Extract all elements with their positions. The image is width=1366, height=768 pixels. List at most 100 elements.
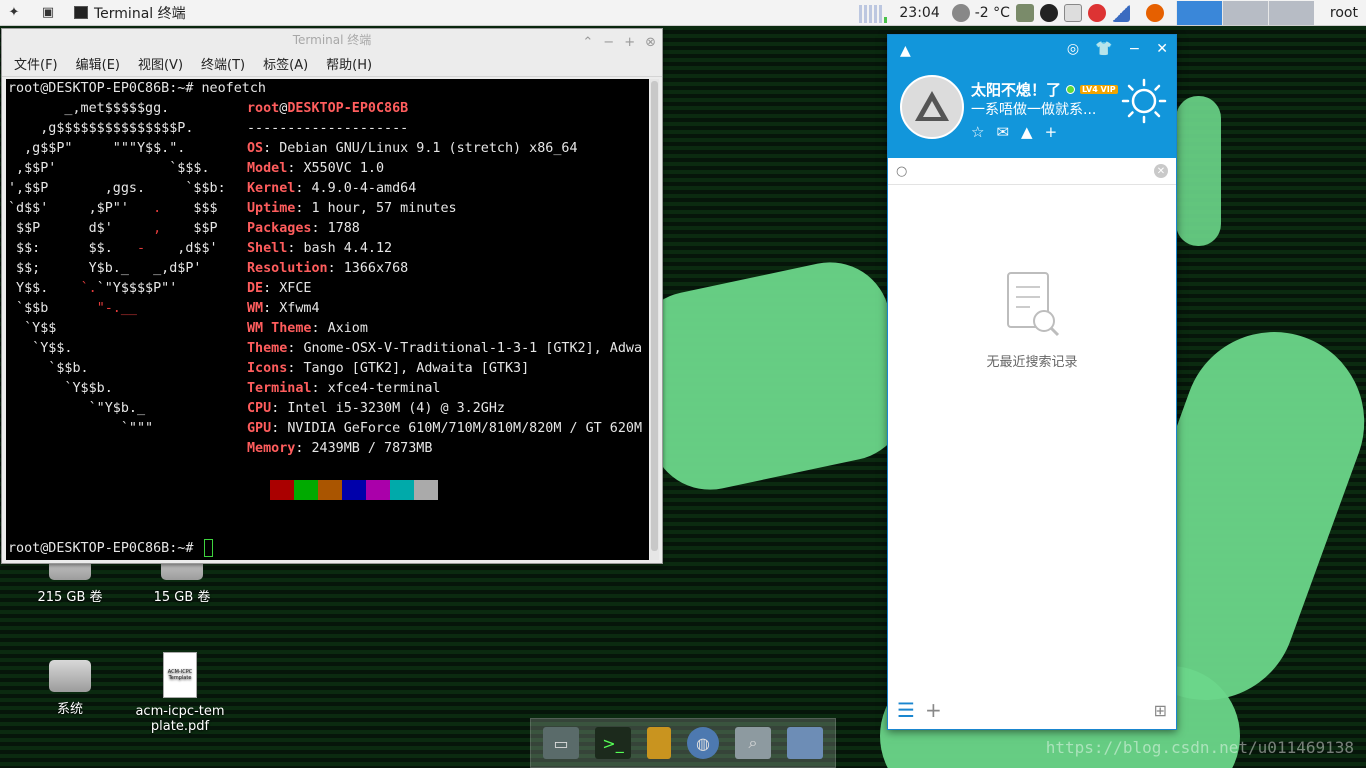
color-swatch — [414, 480, 438, 500]
taskbar-button-label: Terminal 终端 — [94, 5, 186, 22]
netease-music-icon[interactable] — [1087, 4, 1106, 22]
empty-state: 无最近搜索记录 — [888, 271, 1176, 370]
info-value: NVIDIA GeForce 610M/710M/810M/820M / GT … — [287, 421, 643, 436]
info-separator: -------------------- — [247, 121, 409, 136]
mail-icon[interactable]: ✉ — [996, 123, 1009, 141]
signature[interactable]: 一系唔做一做就系... — [971, 99, 1096, 119]
terminal-output[interactable]: root@DESKTOP-EP0C86B:~# neofetch _,met$$… — [6, 79, 649, 560]
color-swatch — [366, 480, 390, 500]
qq-header: ▲ ◎ 👕 − ✕ 太阳不熄！了 LV4 VIP 一系唔做一做就系... ☆ ✉ … — [888, 35, 1176, 158]
skin-shirt-icon[interactable]: 👕 — [1095, 41, 1112, 57]
mail-notify-icon[interactable]: ◎ — [1067, 41, 1079, 57]
web-browser-dock-icon[interactable]: ◍ — [687, 727, 719, 759]
color-swatch — [318, 480, 342, 500]
desktop-icon-label: 15 GB 卷 — [153, 590, 211, 605]
info-key: DE — [247, 281, 264, 296]
wallpaper-shape — [1176, 96, 1221, 246]
add-contact-icon[interactable]: + — [925, 698, 942, 722]
main-menu-icon[interactable]: ☰ — [897, 698, 915, 722]
network-manager-icon[interactable] — [1015, 4, 1034, 22]
menu-edit[interactable]: 编辑(E) — [76, 54, 120, 73]
signal-strength-icon[interactable] — [1111, 4, 1130, 22]
user-menu[interactable]: root — [1330, 5, 1358, 21]
debian-ascii-logo: _,met$$$$$gg. ,g$$$$$$$$$$$$$$$P. ,g$$P"… — [8, 101, 226, 436]
qzone-icon[interactable]: ▲ — [1021, 123, 1033, 141]
watermark: https://blog.csdn.net/u011469138 — [1045, 738, 1354, 757]
text-cursor — [203, 539, 213, 557]
window-title: Terminal 终端 ⌃ − + ⊗ — [2, 29, 662, 51]
pdf-thumb-text: ACM-ICPC Template — [167, 669, 193, 681]
window-controls: ⌃ − + ⊗ — [582, 32, 656, 54]
menu-tabs[interactable]: 标签(A) — [263, 54, 308, 73]
desktop-icon-label: 215 GB 卷 — [37, 590, 103, 605]
workspace-2[interactable] — [1221, 1, 1268, 25]
info-key: Model — [247, 161, 288, 176]
file-manager-dock-icon[interactable] — [647, 727, 671, 759]
info-key: Icons — [247, 361, 288, 376]
desktop-icon-pdf[interactable]: ACM-ICPC Template acm-icpc-template.pdf — [130, 652, 230, 734]
nickname[interactable]: 太阳不熄！了 LV4 VIP — [971, 79, 1118, 100]
qq-toolbar: ☆ ✉ ▲ + — [971, 123, 1057, 141]
avatar[interactable] — [900, 75, 964, 139]
color-swatch — [294, 480, 318, 500]
info-key: Resolution — [247, 261, 328, 276]
info-value: Debian GNU/Linux 9.1 (stretch) x86_64 — [279, 141, 578, 156]
maximize-icon[interactable]: + — [624, 32, 635, 54]
close-icon[interactable]: ✕ — [1156, 41, 1168, 57]
info-key: Terminal — [247, 381, 312, 396]
terminal-dock-icon[interactable]: >_ — [595, 727, 631, 759]
app-finder-dock-icon[interactable]: ⌕ — [735, 727, 771, 759]
scrollbar-thumb[interactable] — [651, 81, 658, 551]
info-key: WM Theme — [247, 321, 312, 336]
qq-window-controls: ◎ 👕 − ✕ — [1067, 41, 1168, 57]
xfce-mouse-icon[interactable]: ✦ — [4, 3, 24, 23]
scrollbar[interactable] — [650, 79, 659, 560]
menu-file[interactable]: 文件(F) — [14, 54, 58, 73]
shade-icon[interactable]: ⌃ — [582, 32, 593, 54]
menu-view[interactable]: 视图(V) — [138, 54, 183, 73]
info-value: bash 4.4.12 — [303, 241, 393, 256]
workspace-1[interactable] — [1175, 1, 1222, 25]
search-bar: ○ ✕ — [888, 158, 1176, 185]
wallpaper-shape — [622, 251, 918, 501]
info-value: 1366x768 — [343, 261, 409, 276]
workspace-3[interactable] — [1267, 1, 1314, 25]
window-title-text: Terminal 终端 — [292, 33, 372, 47]
star-icon[interactable]: ☆ — [971, 123, 984, 141]
vip-badge[interactable]: LV4 VIP — [1080, 85, 1118, 94]
weather-sun-icon[interactable] — [1120, 77, 1168, 125]
empty-state-text: 无最近搜索记录 — [986, 355, 1078, 370]
search-icon: ○ — [896, 163, 908, 179]
firefox-icon[interactable] — [1145, 4, 1164, 22]
info-key: CPU — [247, 401, 272, 416]
pdf-file-icon: ACM-ICPC Template — [163, 652, 197, 698]
show-desktop-dock-icon[interactable]: ▭ — [543, 727, 579, 759]
add-icon[interactable]: + — [1045, 123, 1058, 141]
taskbar-button-terminal[interactable]: Terminal 终端 — [68, 2, 192, 24]
info-value: Axiom — [327, 321, 368, 336]
minimize-icon[interactable]: − — [1129, 41, 1141, 57]
workspace-switcher — [1175, 1, 1314, 25]
clock[interactable]: 23:04 — [899, 5, 939, 21]
qq-tray-icon[interactable] — [1039, 4, 1058, 22]
menu-terminal[interactable]: 终端(T) — [201, 54, 245, 73]
online-status-icon[interactable] — [1066, 85, 1076, 94]
weather[interactable]: -2 °C — [951, 4, 1010, 22]
menu-help[interactable]: 帮助(H) — [326, 54, 372, 73]
desktop-icon-label: acm-icpc-template.pdf — [135, 704, 225, 734]
search-input[interactable] — [913, 161, 1148, 181]
terminal-icon — [74, 6, 88, 19]
nickname-text: 太阳不熄！了 — [971, 81, 1062, 99]
folder-dock-icon[interactable] — [787, 727, 823, 759]
minimize-icon[interactable]: − — [603, 32, 614, 54]
qq-main-panel: ▲ ◎ 👕 − ✕ 太阳不熄！了 LV4 VIP 一系唔做一做就系... ☆ ✉ … — [887, 34, 1177, 730]
desktop-icon-system[interactable]: 系统 — [20, 660, 120, 717]
clear-search-icon[interactable]: ✕ — [1154, 164, 1168, 178]
info-key: Kernel — [247, 181, 296, 196]
close-icon[interactable]: ⊗ — [645, 32, 656, 54]
show-desktop-icon[interactable]: ▣ — [38, 3, 58, 23]
qq-penguin-icon: ▲ — [900, 43, 911, 59]
app-grid-icon[interactable]: ⊞ — [1154, 701, 1167, 720]
info-value: 4.9.0-4-amd64 — [311, 181, 417, 196]
keyboard-icon[interactable] — [1063, 4, 1082, 22]
